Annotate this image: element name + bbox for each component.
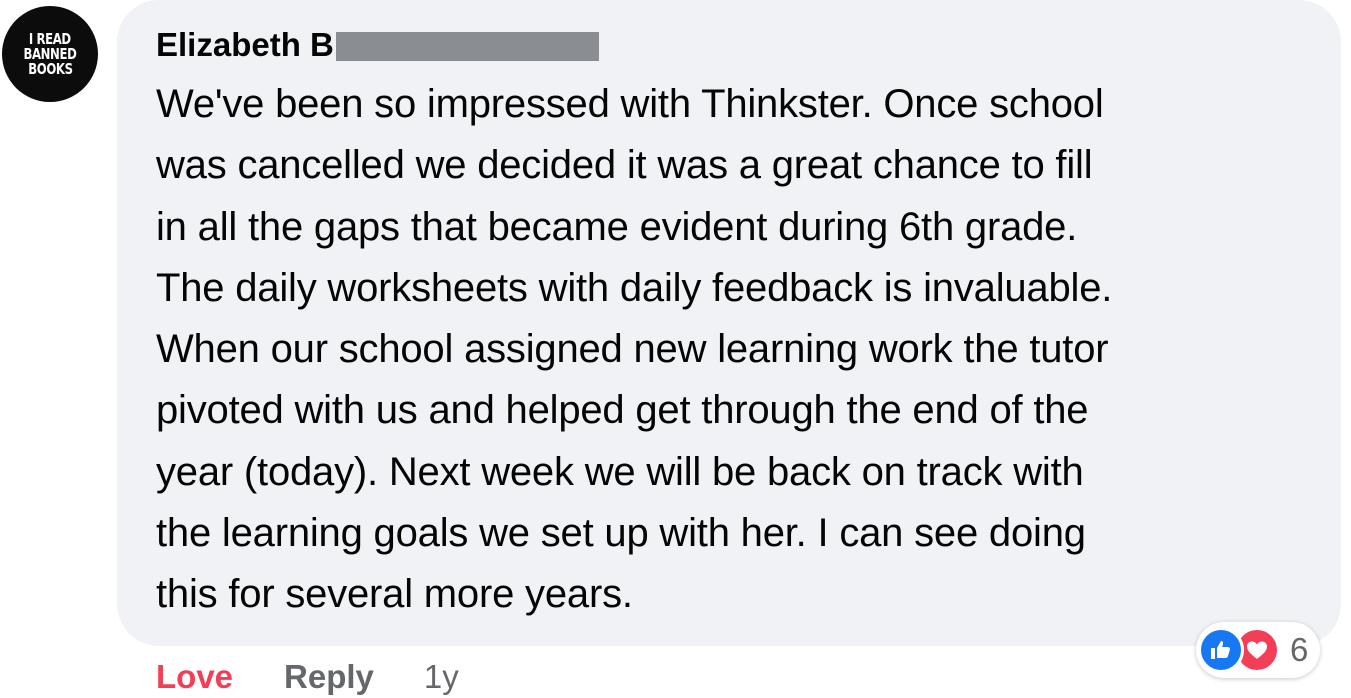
comment-text-line: pivoted with us and helped get through t…: [156, 388, 1089, 433]
comment-text-line: in all the gaps that became evident duri…: [156, 204, 1078, 249]
comment-text-line: year (today). Next week we will be back …: [156, 449, 1084, 494]
comment-actions: Love Reply 1y: [156, 655, 459, 698]
comment-text-line: the learning goals we set up with her. I…: [156, 511, 1086, 556]
avatar-text-line: BOOKS: [27, 59, 73, 78]
timestamp-link[interactable]: 1y: [424, 658, 459, 696]
author-row: Elizabeth B: [156, 24, 599, 66]
comment-text-line: We've been so impressed with Thinkster. …: [156, 82, 1104, 126]
comment-screenshot: I READ BANNED BOOKS Elizabeth B We've be…: [0, 0, 1351, 698]
reactions-summary[interactable]: 6: [1196, 622, 1321, 678]
author-name[interactable]: Elizabeth B: [156, 26, 334, 64]
comment-text-line: The daily worksheets with daily feedback…: [156, 265, 1113, 310]
comment-text-line: was cancelled we decided it was a great …: [156, 143, 1093, 188]
reply-button[interactable]: Reply: [284, 658, 374, 696]
love-reaction-button[interactable]: Love: [156, 658, 233, 696]
reaction-count: 6: [1290, 631, 1309, 668]
comment-text-line: When our school assigned new learning wo…: [156, 327, 1109, 372]
like-icon: [1198, 627, 1244, 673]
redaction-bar: [335, 32, 599, 61]
comment-text: We've been so impressed with Thinkster. …: [156, 74, 1328, 626]
avatar[interactable]: I READ BANNED BOOKS: [2, 6, 98, 102]
comment-text-line: this for several more years.: [156, 572, 633, 617]
